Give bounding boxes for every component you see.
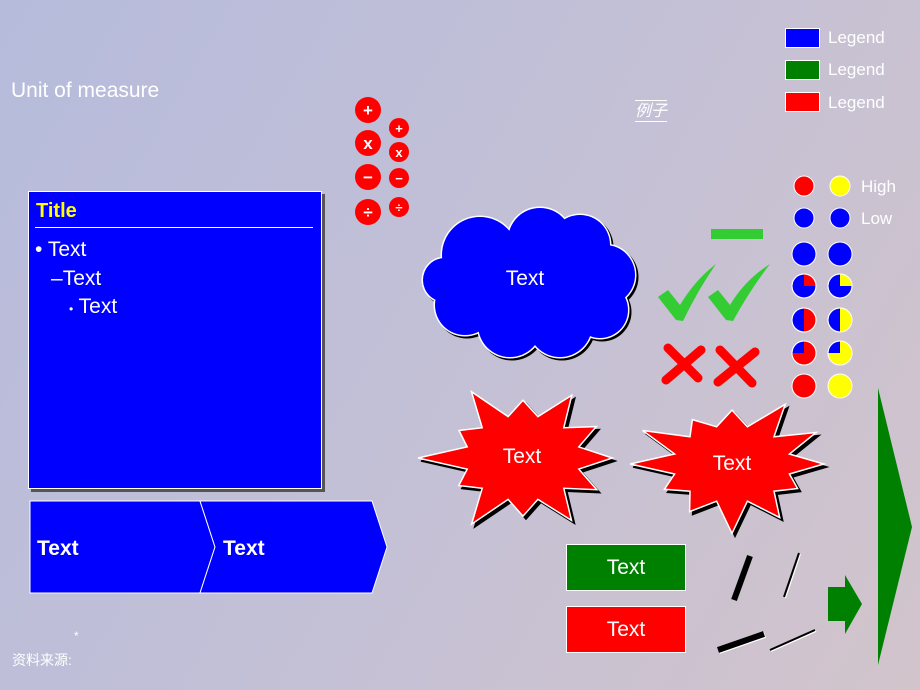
chevron-label: Text (37, 537, 79, 560)
starburst-label: Text (713, 452, 752, 475)
thin-line (769, 629, 816, 651)
operator-symbol: ÷ (363, 203, 372, 222)
harvey-ball (827, 241, 853, 267)
low-label: Low (861, 209, 893, 228)
harvey-ball (827, 340, 853, 366)
triangle-arrow (878, 388, 912, 665)
high-dot (793, 175, 815, 197)
footnote-asterisk: * (74, 629, 79, 643)
starburst-label: Text (503, 445, 542, 468)
harvey-ball (827, 273, 853, 299)
harvey-ball (827, 307, 853, 333)
high-label: High (861, 177, 896, 196)
red-text-button[interactable]: Text (566, 606, 686, 653)
harvey-ball (827, 373, 853, 399)
arrow-right-icon (828, 575, 862, 634)
harvey-ball (791, 241, 817, 267)
thin-line (783, 552, 800, 598)
source-label: 资料来源: (12, 652, 72, 668)
operator-symbol: x (395, 145, 403, 160)
harvey-ball (791, 340, 817, 366)
low-dot (793, 207, 815, 229)
low-dot (829, 207, 851, 229)
cross-icon (661, 343, 706, 385)
thick-line (731, 554, 753, 602)
harvey-ball (791, 273, 817, 299)
operator-symbol: ÷ (395, 200, 402, 215)
operator-symbol: + (395, 121, 403, 136)
green-text-button[interactable]: Text (566, 544, 686, 591)
high-dot (829, 175, 851, 197)
check-icon (708, 264, 770, 321)
operator-symbol: − (363, 168, 373, 187)
operator-symbol: x (363, 134, 373, 153)
cloud-label: Text (506, 267, 545, 290)
thick-line (717, 631, 765, 653)
harvey-ball (791, 307, 817, 333)
harvey-ball (791, 373, 817, 399)
dash-icon (711, 229, 763, 239)
operator-symbol: − (395, 171, 403, 186)
check-icon (658, 264, 716, 321)
operator-symbol: + (363, 101, 373, 120)
cross-icon (713, 345, 760, 388)
chevron-label: Text (223, 537, 265, 560)
